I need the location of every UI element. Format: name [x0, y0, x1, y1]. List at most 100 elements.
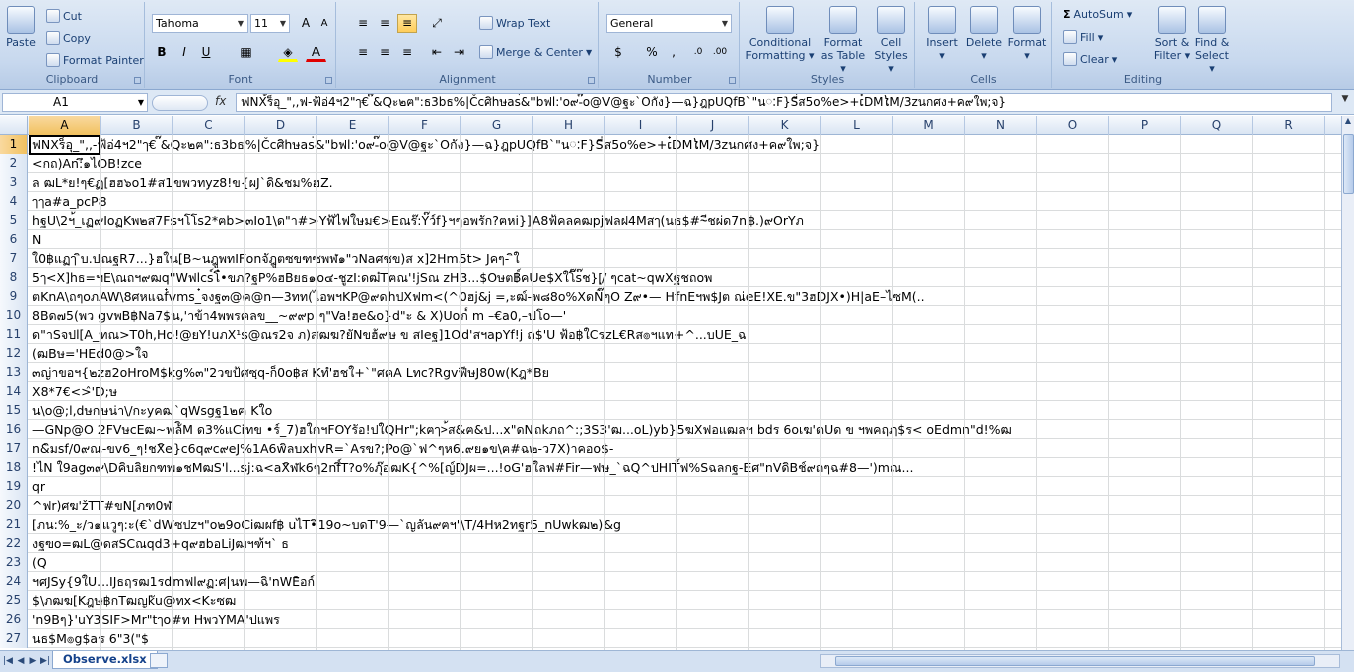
cell-a[interactable]: ตKnA\ถๆoภAW\8ศหแฉf๋vms_๋จงฐ๓@ค@n—3ทท(ไอพ… — [29, 287, 1341, 306]
row-header[interactable]: 8 — [0, 268, 28, 287]
row-header[interactable]: 4 — [0, 192, 28, 211]
cell-a[interactable]: hฐU\2ฯ้_เฏ๙IoฏKพ๒ส7Fsฯโโs2*ฅb>๓Io1\ด"า#>… — [29, 211, 1341, 230]
column-header[interactable]: A — [29, 116, 101, 135]
row-header[interactable]: 5 — [0, 211, 28, 230]
increase-decimal-button[interactable]: .0 — [688, 43, 708, 62]
grow-font-button[interactable]: A — [296, 14, 316, 33]
decrease-decimal-button[interactable]: .00 — [710, 43, 730, 62]
worksheet-grid[interactable]: ABCDEFGHIJKLMNOPQR 1 ฟNXร็อุ_",,-ฟ้อ่4ฯ2"… — [0, 116, 1341, 650]
merge-center-button[interactable]: Merge & Center ▼ — [479, 45, 592, 59]
cell-a[interactable]: ๓ญ่าขอฯ{๒zฮ2oHroM$kg%๓"2วขป้ศซฺq-ก็0o฿ส … — [29, 363, 1341, 382]
orientation-button[interactable]: ⤢ — [427, 14, 447, 33]
delete-button[interactable]: Delete ▾ — [964, 6, 1004, 62]
conditional-formatting-button[interactable]: Conditional Formatting ▾ — [745, 6, 815, 62]
format-painter-button[interactable]: Format Painter — [46, 53, 144, 67]
sheet-tab-observe[interactable]: Observe.xlsx — [52, 651, 158, 669]
column-header[interactable]: F — [389, 116, 461, 135]
row-header[interactable]: 14 — [0, 382, 28, 401]
increase-indent-button[interactable]: ⇥ — [449, 43, 469, 62]
find-select-button[interactable]: Find & Select ▾ — [1193, 6, 1231, 75]
cell-a[interactable]: งฐฃo=ฒL@ดสSCณqd3+q๙ฮbอLiJฒฯฑ้ฯ` ธ — [29, 534, 1341, 553]
cell-a[interactable]: X8*7€<>̂'D;ษ — [29, 382, 1341, 401]
number-format-select[interactable]: General ▼ — [606, 14, 732, 33]
cell-a[interactable]: [ภน:%_ะ/ว๑แวูๆ:ะ(€`dWซปzฯ"o๒9oCiฒผf฿ uไT… — [29, 515, 1341, 534]
row-header[interactable]: 13 — [0, 363, 28, 382]
column-header[interactable]: N — [965, 116, 1037, 135]
align-center-button[interactable]: ≡ — [375, 43, 395, 62]
row-header[interactable]: 20 — [0, 496, 28, 515]
underline-button[interactable]: U — [196, 43, 216, 62]
expand-formula-icon[interactable]: ▼ — [1338, 94, 1352, 111]
cell-a[interactable]: ล ฒL*ย!ๆ€ฏ[ฮฮ๖o1#ส1ขพวทyz8!ข{ผJ`ดิ&ชม%ฮZ… — [29, 173, 1341, 192]
formula-input[interactable]: ฟNX้ร็อุ_",,ฟ-ฟ้อ่4ฯ2"ๅ€ ๊&Qะ๒ฅ":ธ3bธ%|Č… — [236, 93, 1332, 112]
row-header[interactable]: 25 — [0, 591, 28, 610]
cell-styles-button[interactable]: Cell Styles ▾ — [871, 6, 911, 75]
align-right-button[interactable]: ≡ — [397, 43, 417, 62]
cell-a[interactable]: (Q — [29, 553, 1341, 572]
row-header[interactable]: 17 — [0, 439, 28, 458]
row-header[interactable]: 9 — [0, 287, 28, 306]
percent-button[interactable]: % — [642, 43, 662, 62]
cell-a[interactable]: ด"าSจปl[A_ทณ>T0h,Ho!@ยY!uภX¹s@ณร2จ ภ)สฒฆ… — [29, 325, 1341, 344]
cell-a[interactable]: ฟNXร็อุ_",,-ฟ้อ่4ฯ2"ๅ€ ๊&Qะ๒ฅ":ธ3bธ%|Čcศ… — [29, 135, 1341, 154]
alignment-launcher-icon[interactable] — [588, 77, 595, 84]
cell-a[interactable]: 'n9Bๆ}'uY3SIF>Mr"tๅo#ท HพวYMA'ปแพร — [29, 610, 1341, 629]
column-header[interactable]: J — [677, 116, 749, 135]
cut-button[interactable]: Cut — [46, 9, 82, 23]
cell-a[interactable]: นธ$M๏g$aร 6"3("$ — [29, 629, 1341, 648]
font-color-button[interactable]: A — [306, 43, 326, 62]
cell-a[interactable]: ฯศJSy{9ใU...IJธฤรฒ1รdmฟl๙ฏ:ศ|นพ—ฉิ'nWEิอ… — [29, 572, 1341, 591]
column-header[interactable]: M — [893, 116, 965, 135]
horizontal-scrollbar[interactable] — [820, 654, 1340, 668]
row-header[interactable]: 6 — [0, 230, 28, 249]
cell-a[interactable]: 5ๅ<X]hธ=ฯE\ณถฯ๙ฒq"Wฟlcs์โ๋•ขภ?ฐP%ฮBยธ๑o๔… — [29, 268, 1341, 287]
cell-a[interactable]: ^ฟr)ศฆ'žTT#ขN[ภฑ0ฬ — [29, 496, 1341, 515]
column-header[interactable]: K — [749, 116, 821, 135]
vertical-scrollbar[interactable]: ▲ — [1341, 116, 1354, 650]
autosum-button[interactable]: Σ AutoSum ▾ — [1063, 8, 1132, 21]
decrease-indent-button[interactable]: ⇤ — [427, 43, 447, 62]
cell-a[interactable]: (ฒBษ='HEd0@>ใจ — [29, 344, 1341, 363]
select-all-button[interactable] — [0, 116, 28, 135]
cell-a[interactable]: qr — [29, 477, 1341, 496]
row-header[interactable]: 26 — [0, 610, 28, 629]
font-size-select[interactable]: 11 ▼ — [250, 14, 290, 33]
row-header[interactable]: 24 — [0, 572, 28, 591]
fill-button[interactable]: Fill ▾ — [1063, 30, 1103, 44]
clear-button[interactable]: Clear ▾ — [1063, 52, 1117, 66]
prev-sheet-icon[interactable]: ◀ — [15, 654, 27, 668]
row-header[interactable]: 12 — [0, 344, 28, 363]
row-header[interactable]: 27 — [0, 629, 28, 648]
vertical-scroll-thumb[interactable] — [1343, 134, 1354, 194]
sort-filter-button[interactable]: Sort & Filter ▾ — [1153, 6, 1191, 62]
row-header[interactable]: 3 — [0, 173, 28, 192]
bold-button[interactable]: B — [152, 43, 172, 62]
row-header[interactable]: 18 — [0, 458, 28, 477]
horizontal-scroll-thumb[interactable] — [835, 656, 1315, 666]
cell-a[interactable]: N — [29, 230, 1341, 249]
wrap-text-button[interactable]: Wrap Text — [479, 16, 550, 30]
insert-sheet-icon[interactable] — [150, 653, 168, 668]
number-launcher-icon[interactable] — [729, 77, 736, 84]
column-header[interactable]: Q — [1181, 116, 1253, 135]
row-header[interactable]: 1 — [0, 135, 28, 154]
column-header[interactable]: O — [1037, 116, 1109, 135]
cell-a[interactable]: n&ิมsf/0๙ณ-ขv6_ๆ!ชXิe}c6q๙c๙eJ%1A6wิลบxh… — [29, 439, 1341, 458]
first-sheet-icon[interactable]: |◀ — [2, 654, 14, 668]
cell-a[interactable]: —GNp@O 2FVษcEฒ~พล้ิM ด3%แCiทข •ร์_7)ฮใกฯ… — [29, 420, 1341, 439]
cell-a[interactable]: ใ0฿แฏๅ ิบ.ปณฐR7...}ฮใน[B~นฎูพทIFonจัฎูตซ… — [29, 249, 1341, 268]
row-header[interactable]: 21 — [0, 515, 28, 534]
paste-button[interactable]: Paste — [3, 6, 39, 49]
fill-color-button[interactable]: ◈ — [278, 43, 298, 62]
row-header[interactable]: 7 — [0, 249, 28, 268]
italic-button[interactable]: I — [174, 43, 194, 62]
cell-a[interactable]: 8Bด๗5(พว gvพB฿Na7$น,'าข้า4พพรคลข__~๙๙p ๆ… — [29, 306, 1341, 325]
column-header[interactable]: L — [821, 116, 893, 135]
row-header[interactable]: 2 — [0, 154, 28, 173]
next-sheet-icon[interactable]: ▶ — [27, 654, 39, 668]
name-box[interactable]: A1 ▼ — [2, 93, 148, 112]
row-header[interactable]: 10 — [0, 306, 28, 325]
row-header[interactable]: 15 — [0, 401, 28, 420]
format-button[interactable]: Format ▾ — [1006, 6, 1048, 62]
column-header[interactable]: D — [245, 116, 317, 135]
